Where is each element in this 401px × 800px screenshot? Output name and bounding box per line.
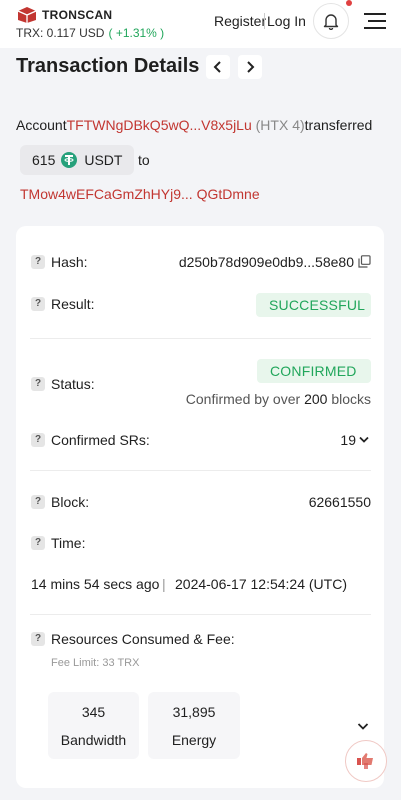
notifications-button[interactable]: [313, 3, 349, 39]
chevron-left-icon: [213, 61, 221, 73]
help-icon[interactable]: ?: [31, 297, 45, 311]
brand-name: TRONSCAN: [42, 8, 113, 22]
timestamp: 2024-06-17 12:54:24 (UTC): [175, 576, 347, 592]
help-icon[interactable]: ?: [31, 536, 45, 550]
confirmed-blocks: 200: [304, 391, 328, 407]
copy-icon[interactable]: [358, 255, 371, 268]
from-address-tag: (HTX 4): [255, 117, 305, 133]
top-header: TRONSCAN TRX: 0.117 USD( +1.31% ) Regist…: [0, 0, 401, 48]
brand-logo[interactable]: TRONSCAN: [16, 6, 112, 24]
divider: [30, 614, 371, 615]
transfer-summary: AccountTFTWNgDBkQ5wQ...V8x5jLu (HTX 4)tr…: [16, 116, 396, 134]
chevron-down-icon: [359, 436, 369, 443]
page-title: Transaction Details: [16, 55, 200, 77]
status-badge: CONFIRMED: [257, 359, 371, 383]
price-change: ( +1.31% ): [108, 26, 165, 40]
block-number-link[interactable]: 62661550: [200, 494, 371, 510]
divider: [30, 470, 371, 471]
result-badge: SUCCESSFUL: [256, 293, 371, 317]
bandwidth-box: 345 Bandwidth: [48, 692, 139, 759]
header-divider: [264, 13, 265, 29]
hash-value[interactable]: d250b78d909e0db9...58e80: [150, 254, 354, 270]
account-word: Account: [16, 117, 67, 133]
login-link[interactable]: Log In: [267, 13, 306, 29]
help-icon[interactable]: ?: [31, 632, 45, 646]
time-ago: 14 mins 54 secs ago: [31, 576, 160, 592]
help-icon[interactable]: ?: [31, 377, 45, 391]
register-link[interactable]: Register: [214, 13, 266, 29]
to-word: to: [138, 152, 150, 168]
fee-limit: Fee Limit: 33 TRX: [51, 657, 140, 669]
hash-label: Hash:: [51, 254, 88, 270]
amount-value: 615: [32, 152, 56, 168]
trx-price: TRX: 0.117 USD( +1.31% ): [16, 26, 164, 40]
energy-value: 31,895: [172, 704, 216, 720]
confirmed-by-suffix: blocks: [331, 391, 371, 407]
chevron-down-icon[interactable]: [357, 722, 369, 731]
resources-label: Resources Consumed & Fee:: [51, 631, 235, 647]
help-icon[interactable]: ?: [31, 495, 45, 509]
srs-dropdown[interactable]: 19: [330, 432, 372, 450]
next-transaction-button[interactable]: [238, 55, 262, 79]
bell-icon: [323, 14, 339, 30]
prev-transaction-button[interactable]: [206, 55, 230, 79]
srs-value: 19: [340, 432, 356, 448]
time-label: Time:: [51, 535, 86, 551]
bandwidth-label: Bandwidth: [60, 732, 127, 748]
to-address-link[interactable]: TMow4wEFCaGmZhHYj9... QGtDmne: [20, 186, 260, 202]
tronscan-logo-icon: [17, 7, 37, 23]
confirmed-by-text: Confirmed by over 200 blocks: [150, 391, 371, 407]
feedback-button[interactable]: [345, 740, 387, 782]
help-icon[interactable]: ?: [31, 433, 45, 447]
bandwidth-value: 345: [81, 704, 106, 720]
help-icon[interactable]: ?: [31, 255, 45, 269]
confirmed-by-prefix: Confirmed by over: [185, 391, 301, 407]
token-link[interactable]: USDT: [84, 152, 122, 168]
menu-icon[interactable]: [364, 12, 386, 30]
time-separator: |: [162, 576, 166, 592]
price-label: TRX: 0.117 USD: [16, 26, 105, 40]
result-label: Result:: [51, 296, 95, 312]
transferred-word: transferred: [304, 117, 373, 133]
srs-label: Confirmed SRs:: [51, 432, 150, 448]
amount-chip: 615 USDT: [20, 145, 134, 175]
from-address-link[interactable]: TFTWNgDBkQ5wQ...V8x5jLu: [67, 117, 252, 133]
status-label: Status:: [51, 376, 95, 392]
energy-label: Energy: [171, 732, 217, 748]
notification-dot: [346, 0, 352, 6]
energy-box: 31,895 Energy: [148, 692, 240, 759]
thumbs-feedback-icon: [357, 753, 373, 769]
usdt-token-icon: [61, 152, 78, 168]
chevron-right-icon: [247, 61, 255, 73]
divider: [30, 338, 371, 339]
block-label: Block:: [51, 494, 90, 510]
